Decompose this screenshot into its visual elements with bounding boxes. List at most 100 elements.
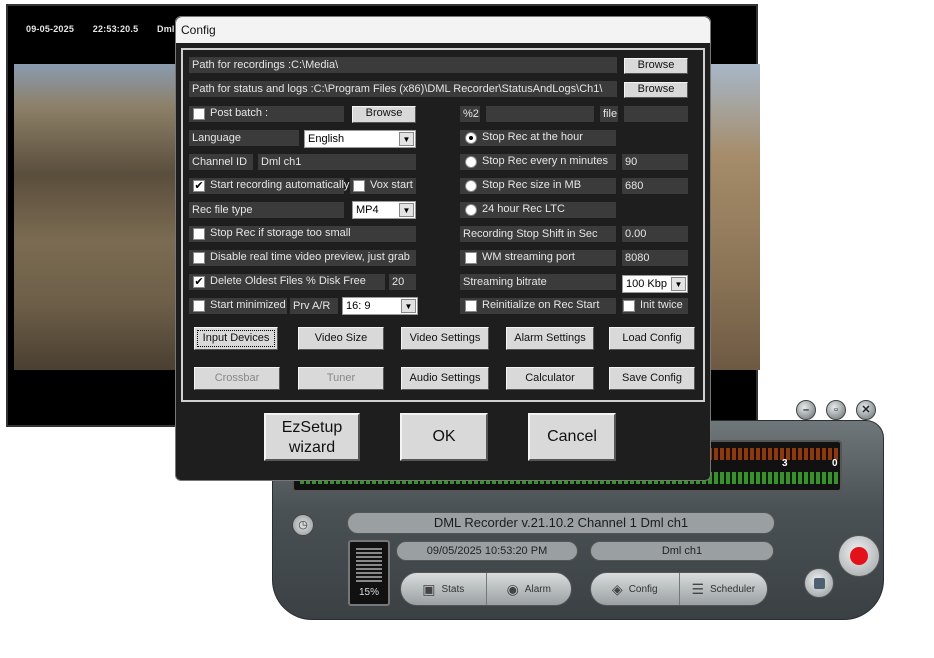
config-title: Config	[176, 17, 710, 43]
stop-button[interactable]	[804, 568, 834, 598]
streaming-bitrate-select[interactable]: 100 Kbp ▼	[622, 275, 688, 293]
record-button[interactable]	[838, 535, 880, 577]
prv-ar-select[interactable]: 16: 9 ▼	[342, 297, 418, 315]
ezsetup-line2: wizard	[288, 439, 336, 456]
disable-preview-label: Disable real time video preview, just gr…	[210, 251, 410, 263]
video-size-button[interactable]: Video Size	[298, 327, 384, 350]
stop-rec-every-label: Stop Rec every n minutes	[482, 155, 608, 167]
stop-rec-storage-label: Stop Rec if storage too small	[210, 227, 351, 239]
stats-alarm-pill: ▣ Stats ◉ Alarm	[400, 572, 572, 606]
post-batch-checkbox[interactable]	[193, 108, 205, 120]
reinit-checkbox[interactable]	[465, 300, 477, 312]
rec-file-type-value: MP4	[356, 204, 379, 216]
save-config-button[interactable]: Save Config	[609, 367, 695, 390]
stop-rec-size-radio[interactable]	[465, 180, 477, 192]
config-label: Config	[628, 583, 658, 595]
channel-id-label: Channel ID	[189, 154, 253, 170]
camera-icon: ▣	[422, 580, 436, 597]
audio-settings-button[interactable]: Audio Settings	[401, 367, 489, 390]
delete-oldest-checkbox[interactable]: ✔	[193, 276, 205, 288]
osd-time: 22:53:20.5	[92, 24, 139, 34]
alarm-button[interactable]: ◉ Alarm	[487, 573, 572, 605]
language-label: Language	[189, 130, 299, 146]
percent2-label: %2	[460, 106, 480, 122]
meter-value-left: 3	[782, 458, 788, 469]
video-settings-button[interactable]: Video Settings	[401, 327, 489, 350]
tuner-button[interactable]: Tuner	[298, 367, 384, 390]
streaming-bitrate-value: 100 Kbp	[626, 278, 667, 290]
scheduler-label: Scheduler	[710, 583, 756, 595]
config-button[interactable]: ◈ Config	[591, 573, 680, 605]
start-minimized-checkbox[interactable]	[193, 300, 205, 312]
close-icon[interactable]: ✕	[856, 400, 876, 420]
percent2-field[interactable]	[486, 106, 594, 122]
browse-recordings-button[interactable]: Browse	[624, 58, 688, 74]
reinit-label: Reinitialize on Rec Start	[482, 299, 600, 311]
crossbar-button[interactable]: Crossbar	[194, 367, 280, 390]
ezsetup-line1: EzSetup	[281, 419, 343, 436]
recorder-window-controls: – ▫ ✕	[796, 400, 876, 420]
stop-shift-value[interactable]: 0.00	[622, 226, 688, 242]
config-scheduler-pill: ◈ Config ☰ Scheduler	[590, 572, 768, 606]
start-recording-label: Start recording automatically	[210, 179, 350, 191]
rec-file-type-label: Rec file type	[189, 202, 344, 218]
config-dialog: Config Path for recordings :C:\Media\ Br…	[175, 16, 711, 481]
vox-start-label: Vox start	[370, 179, 413, 191]
channel-id-field[interactable]: Dml ch1	[258, 154, 416, 170]
stop-rec-every-value[interactable]: 90	[622, 154, 688, 170]
delete-oldest-label: Delete Oldest Files % Disk Free	[210, 275, 366, 287]
file-field[interactable]	[624, 106, 688, 122]
stop-shift-label: Recording Stop Shift in Sec	[460, 226, 616, 242]
minimize-icon[interactable]: –	[796, 400, 816, 420]
osd-date: 09-05-2025	[26, 24, 75, 34]
stop-rec-hour-label: Stop Rec at the hour	[482, 131, 583, 143]
stop-rec-size-value[interactable]: 680	[622, 178, 688, 194]
stop-rec-storage-checkbox[interactable]	[193, 228, 205, 240]
maximize-icon[interactable]: ▫	[826, 400, 846, 420]
vox-start-checkbox[interactable]	[353, 180, 365, 192]
browse-batch-button[interactable]: Browse	[352, 106, 416, 123]
path-recordings[interactable]: Path for recordings :C:\Media\	[189, 57, 617, 73]
calculator-button[interactable]: Calculator	[506, 367, 594, 390]
disable-preview-checkbox[interactable]	[193, 252, 205, 264]
chevron-down-icon: ▼	[399, 203, 414, 217]
load-config-button[interactable]: Load Config	[609, 327, 695, 350]
file-label: file	[600, 106, 618, 122]
wm-streaming-checkbox[interactable]	[465, 252, 477, 264]
list-icon: ☰	[691, 580, 705, 597]
start-recording-checkbox[interactable]: ✔	[193, 180, 205, 192]
path-status[interactable]: Path for status and logs :C:\Program Fil…	[189, 81, 617, 97]
init-twice-checkbox[interactable]	[623, 300, 635, 312]
disk-percent: 15%	[358, 587, 379, 598]
rec-ltc-radio[interactable]	[465, 204, 477, 216]
clock-icon[interactable]: ◷	[292, 514, 314, 536]
wm-streaming-label: WM streaming port	[482, 251, 575, 263]
disk-bars	[356, 548, 382, 582]
browse-status-button[interactable]: Browse	[624, 82, 688, 98]
stop-rec-hour-radio[interactable]	[465, 132, 477, 144]
alarm-label: Alarm	[524, 583, 551, 595]
language-select[interactable]: English ▼	[304, 130, 416, 148]
disk-usage-indicator: 15%	[348, 540, 390, 606]
ezsetup-wizard-button[interactable]: EzSetup wizard	[264, 413, 360, 461]
stats-button[interactable]: ▣ Stats	[401, 573, 487, 605]
recorder-channel: Dml ch1	[590, 541, 774, 561]
wm-streaming-value[interactable]: 8080	[622, 250, 688, 266]
chevron-down-icon: ▼	[399, 132, 414, 146]
alarm-icon: ◉	[506, 580, 519, 597]
chevron-down-icon: ▼	[401, 299, 416, 313]
rec-file-type-select[interactable]: MP4 ▼	[352, 201, 416, 219]
init-twice-label: Init twice	[640, 299, 683, 311]
alarm-settings-button[interactable]: Alarm Settings	[506, 327, 594, 350]
video-frame-right	[710, 64, 760, 370]
stop-rec-every-radio[interactable]	[465, 156, 477, 168]
post-batch-label: Post batch :	[210, 107, 269, 119]
input-devices-button[interactable]: Input Devices	[194, 327, 278, 350]
cancel-button[interactable]: Cancel	[528, 413, 616, 461]
meter-value-right: 0	[832, 458, 838, 469]
stop-rec-size-label: Stop Rec size in MB	[482, 179, 582, 191]
stats-label: Stats	[441, 583, 465, 595]
scheduler-button[interactable]: ☰ Scheduler	[680, 573, 768, 605]
ok-button[interactable]: OK	[400, 413, 488, 461]
delete-oldest-value[interactable]: 20	[389, 274, 416, 290]
